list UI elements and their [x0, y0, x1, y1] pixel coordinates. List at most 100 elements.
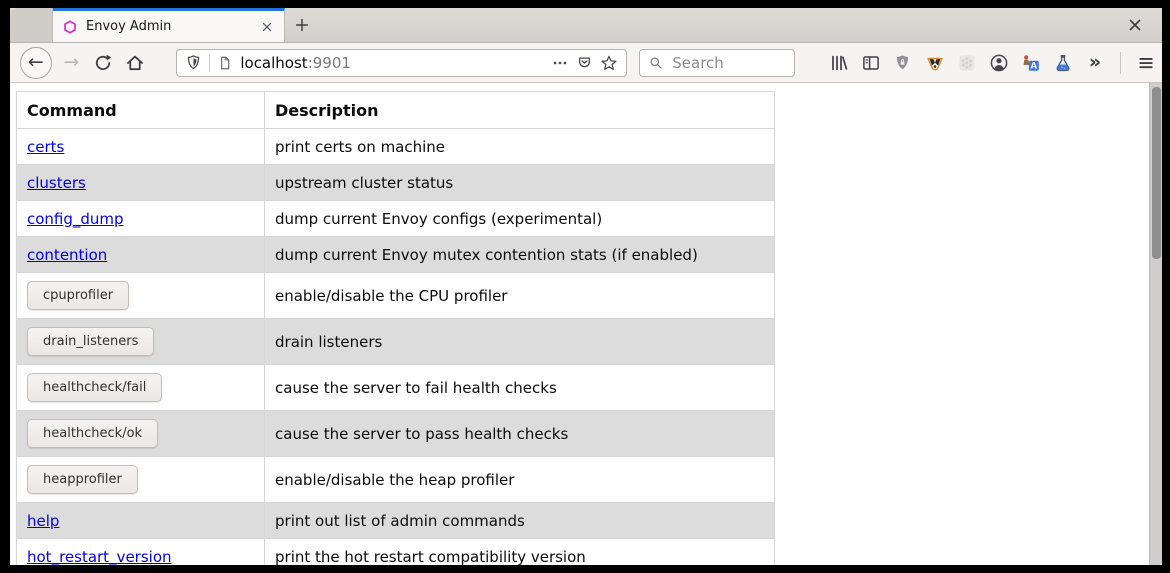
shield-lock-icon: [893, 53, 912, 72]
command-cell: healthcheck/ok: [17, 411, 265, 457]
menu-hamburger-button[interactable]: [1133, 50, 1159, 76]
page-info-icon[interactable]: [217, 55, 233, 71]
table-row: healthcheck/ok cause the server to pass …: [17, 411, 775, 457]
command-table-body: certs print certs on machine clusters up…: [17, 129, 775, 566]
library-button[interactable]: [826, 50, 852, 76]
url-host: localhost: [240, 54, 307, 72]
overflow-menu-button[interactable]: »: [1082, 50, 1108, 76]
window-close-button[interactable]: [1120, 8, 1150, 42]
test-pilot-flask-button[interactable]: [1050, 50, 1076, 76]
browser-window: Envoy Admin ← →: [10, 8, 1162, 565]
disabled-extension-icon: [957, 53, 977, 73]
account-icon: [989, 53, 1009, 73]
page-content: Command Description certs print certs on…: [10, 83, 1162, 565]
command-cell: drain_listeners: [17, 319, 265, 365]
table-row: cpuprofiler enable/disable the CPU profi…: [17, 273, 775, 319]
table-row: hot_restart_version print the hot restar…: [17, 539, 775, 566]
command-link[interactable]: hot_restart_version: [27, 548, 172, 566]
command-button[interactable]: heapprofiler: [27, 465, 138, 494]
command-cell: config_dump: [17, 201, 265, 237]
sidebars-icon: [861, 53, 881, 73]
search-input[interactable]: [670, 53, 786, 73]
table-row: contention dump current Envoy mutex cont…: [17, 237, 775, 273]
description-column-header: Description: [265, 92, 775, 129]
new-tab-button[interactable]: [285, 8, 319, 42]
table-header-row: Command Description: [17, 92, 775, 129]
nav-toolbar: ← →: [10, 43, 1162, 83]
description-cell: dump current Envoy configs (experimental…: [265, 201, 775, 237]
table-row: heapprofiler enable/disable the heap pro…: [17, 457, 775, 503]
description-cell: print the hot restart compatibility vers…: [265, 539, 775, 566]
description-cell: drain listeners: [265, 319, 775, 365]
description-cell: cause the server to pass health checks: [265, 411, 775, 457]
description-cell: print out list of admin commands: [265, 503, 775, 539]
svg-text:A: A: [1030, 61, 1037, 71]
table-row: config_dump dump current Envoy configs (…: [17, 201, 775, 237]
table-row: healthcheck/fail cause the server to fai…: [17, 365, 775, 411]
command-link[interactable]: help: [27, 512, 59, 530]
library-icon: [829, 53, 849, 73]
command-cell: hot_restart_version: [17, 539, 265, 566]
command-button[interactable]: cpuprofiler: [27, 281, 129, 310]
command-link[interactable]: config_dump: [27, 210, 124, 228]
firefox-account-button[interactable]: [986, 50, 1012, 76]
command-cell: cpuprofiler: [17, 273, 265, 319]
home-icon: [125, 53, 145, 73]
description-cell: upstream cluster status: [265, 165, 775, 201]
url-port: :9901: [308, 54, 351, 72]
bookmark-star-icon[interactable]: [600, 54, 618, 72]
translator-extension-button[interactable]: A: [1018, 50, 1044, 76]
table-row: help print out list of admin commands: [17, 503, 775, 539]
command-button[interactable]: drain_listeners: [27, 327, 154, 356]
toolbar-icons: A »: [823, 50, 1162, 76]
command-cell: heapprofiler: [17, 457, 265, 503]
tab-title: Envoy Admin: [86, 19, 251, 34]
home-button[interactable]: [123, 53, 147, 73]
command-cell: help: [17, 503, 265, 539]
tracking-protection-shield-icon[interactable]: [185, 54, 202, 71]
back-arrow-icon: ←: [28, 53, 44, 72]
table-row: drain_listeners drain listeners: [17, 319, 775, 365]
pocket-icon[interactable]: [576, 54, 593, 71]
tab-envoy-admin[interactable]: Envoy Admin: [53, 8, 285, 42]
translator-icon: A: [1021, 53, 1041, 73]
command-button[interactable]: healthcheck/ok: [27, 419, 158, 448]
command-link[interactable]: contention: [27, 246, 107, 264]
urlbar-separator: [209, 54, 210, 72]
plus-icon: [293, 16, 311, 34]
search-magnifier-icon: [648, 55, 664, 71]
privacy-badger-extension-button[interactable]: [922, 50, 948, 76]
url-bar[interactable]: localhost :9901: [176, 49, 627, 77]
command-link[interactable]: certs: [27, 138, 64, 156]
back-button[interactable]: ←: [20, 47, 52, 79]
scrollbar-thumb[interactable]: [1152, 87, 1161, 259]
description-cell: enable/disable the heap profiler: [265, 457, 775, 503]
table-row: certs print certs on machine: [17, 129, 775, 165]
flask-icon: [1053, 53, 1073, 73]
vertical-scrollbar[interactable]: [1149, 83, 1162, 565]
titlebar-spacer: [10, 8, 53, 42]
page-actions-ellipsis-icon[interactable]: [551, 54, 569, 72]
tab-bar: Envoy Admin: [10, 8, 1162, 43]
description-cell: enable/disable the CPU profiler: [265, 273, 775, 319]
description-cell: dump current Envoy mutex contention stat…: [265, 237, 775, 273]
overflow-chevron-icon: »: [1089, 53, 1101, 72]
forward-button[interactable]: →: [60, 53, 84, 72]
command-button[interactable]: healthcheck/fail: [27, 373, 162, 402]
search-bar[interactable]: [639, 49, 795, 77]
forward-arrow-icon: →: [63, 53, 79, 72]
disabled-extension-button[interactable]: [954, 50, 980, 76]
sidebars-button[interactable]: [858, 50, 884, 76]
hamburger-icon: [1136, 53, 1156, 73]
command-link[interactable]: clusters: [27, 174, 86, 192]
shield-lock-extension-button[interactable]: [890, 50, 916, 76]
command-cell: clusters: [17, 165, 265, 201]
tab-close-icon[interactable]: [259, 19, 275, 35]
tab-bar-empty-space: [319, 8, 1120, 42]
description-cell: print certs on machine: [265, 129, 775, 165]
reload-button[interactable]: [91, 53, 115, 73]
toolbar-separator: [1120, 52, 1121, 74]
reload-icon: [93, 53, 113, 73]
command-column-header: Command: [17, 92, 265, 129]
command-cell: healthcheck/fail: [17, 365, 265, 411]
